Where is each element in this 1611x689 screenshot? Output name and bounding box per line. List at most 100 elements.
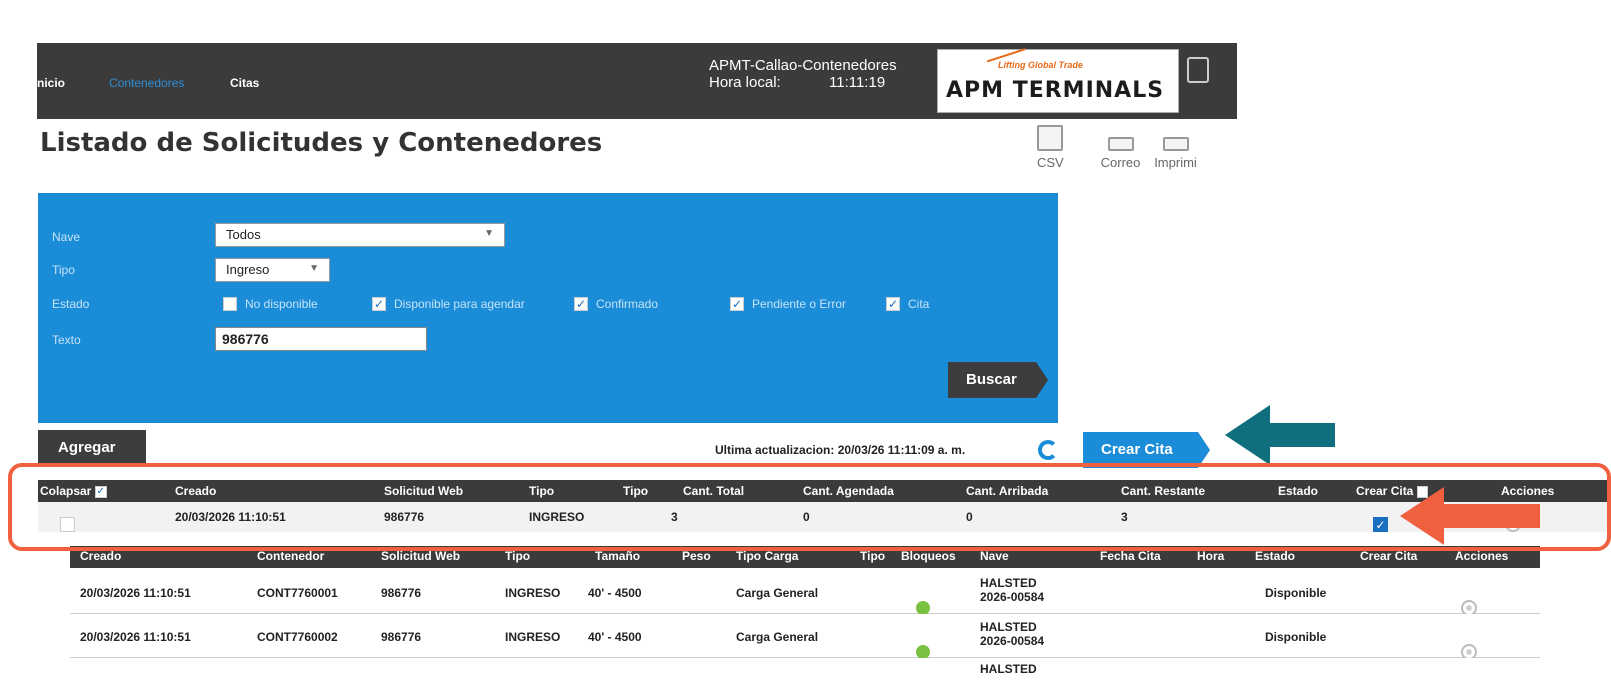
left-arrow-icon bbox=[1225, 405, 1335, 465]
email-label: Correo bbox=[1100, 155, 1141, 170]
checkbox-label: Cita bbox=[908, 297, 930, 311]
dh-tipo-carga[interactable]: Tipo Carga bbox=[736, 549, 798, 563]
detail-table-header: Creado Contenedor Solicitud Web Tipo Tam… bbox=[70, 546, 1540, 568]
envelope-icon bbox=[1107, 137, 1134, 151]
th-cant-restante[interactable]: Cant. Restante bbox=[1121, 484, 1205, 498]
logo-name: APM TERMINALS bbox=[946, 78, 1165, 103]
cell-solicitud: 986776 bbox=[381, 586, 422, 600]
last-update-value: 20/03/26 11:11:09 a. m. bbox=[837, 443, 966, 457]
dh-hora[interactable]: Hora bbox=[1197, 549, 1224, 563]
dh-contenedor[interactable]: Contenedor bbox=[257, 549, 324, 563]
email-action[interactable]: Correo bbox=[1093, 125, 1148, 170]
cell-tamano: 40' - 4500 bbox=[588, 630, 642, 644]
csv-export[interactable]: CSV bbox=[1037, 125, 1064, 170]
print-label: Imprimi bbox=[1154, 155, 1197, 170]
page-title: Listado de Solicitudes y Contenedores bbox=[40, 128, 603, 158]
table-row[interactable]: 20/03/2026 11:10:51 986776 INGRESO 3 0 0… bbox=[38, 502, 1611, 532]
dh-creado[interactable]: Creado bbox=[80, 549, 121, 563]
chevron-down-icon: ▼ bbox=[309, 263, 319, 274]
cell-estado: Disponible bbox=[1265, 586, 1327, 600]
dh-bloqueos[interactable]: Bloqueos bbox=[901, 549, 956, 563]
checkbox-pendiente[interactable]: ✓ Pendiente o Error bbox=[730, 297, 846, 311]
th-solicitud[interactable]: Solicitud Web bbox=[384, 484, 463, 498]
cell-solicitud: 986776 bbox=[384, 510, 425, 524]
table-row[interactable]: 20/03/2026 11:10:51 CONT7760001 986776 I… bbox=[70, 570, 1540, 616]
add-button[interactable]: Agregar bbox=[38, 430, 146, 464]
cell-contenedor: CONT7760001 bbox=[257, 586, 338, 600]
estado-label: Estado bbox=[52, 297, 90, 311]
texto-input[interactable]: 986776 bbox=[215, 327, 427, 351]
spreadsheet-icon bbox=[1037, 125, 1064, 151]
apm-terminals-logo: Lifting Global Trade APM TERMINALS bbox=[937, 48, 1179, 113]
th-cant-total[interactable]: Cant. Total bbox=[683, 484, 744, 498]
checkbox-cita[interactable]: ✓ Cita bbox=[886, 297, 929, 311]
checkbox-confirmado[interactable]: ✓ Confirmado bbox=[574, 297, 658, 311]
local-time: 11:11:19 bbox=[829, 74, 886, 91]
checkbox-label: Confirmado bbox=[596, 297, 659, 311]
dh-tipo[interactable]: Tipo bbox=[505, 549, 530, 563]
dh-acciones: Acciones bbox=[1455, 549, 1509, 563]
cell-tipo: INGRESO bbox=[505, 586, 561, 600]
checkbox-box[interactable] bbox=[60, 517, 75, 532]
checkbox-label: Disponible para agendar bbox=[394, 297, 525, 311]
cell-contenedor: CONT7760002 bbox=[257, 630, 338, 644]
dh-tipo-2[interactable]: Tipo bbox=[860, 549, 885, 563]
refresh-icon[interactable] bbox=[1038, 440, 1058, 460]
th-cant-arribada[interactable]: Cant. Arribada bbox=[966, 484, 1048, 498]
nav-citas[interactable]: Citas bbox=[230, 76, 259, 90]
cell-nave: HALSTED bbox=[980, 662, 1037, 676]
checkbox-no-disponible[interactable]: No disponible bbox=[223, 297, 318, 311]
nav-inicio[interactable]: nicio bbox=[37, 76, 65, 90]
th-cant-agendada[interactable]: Cant. Agendada bbox=[803, 484, 894, 498]
create-appointment-button[interactable]: Crear Cita bbox=[1083, 432, 1210, 468]
table-row[interactable]: HALSTED bbox=[70, 658, 1540, 689]
checkbox-box[interactable]: ✓ bbox=[730, 297, 744, 311]
checkbox-box[interactable] bbox=[223, 297, 237, 311]
dh-fecha-cita[interactable]: Fecha Cita bbox=[1100, 549, 1161, 563]
cell-creado: 20/03/2026 11:10:51 bbox=[80, 586, 191, 600]
nave-select[interactable]: Todos ▼ bbox=[215, 223, 505, 247]
search-button[interactable]: Buscar bbox=[948, 362, 1048, 398]
cell-nave-name: HALSTED bbox=[980, 620, 1037, 634]
dh-nave[interactable]: Nave bbox=[980, 549, 1009, 563]
site-name: APMT-Callao-Contenedores bbox=[709, 57, 897, 74]
nav-contenedores[interactable]: Contenedores bbox=[109, 76, 184, 90]
th-tipo-2[interactable]: Tipo bbox=[623, 484, 648, 498]
green-dot bbox=[916, 601, 930, 615]
checkbox-box[interactable]: ✓ bbox=[372, 297, 386, 311]
last-update-label: Ultima actualizacion: bbox=[715, 443, 835, 457]
last-update: Ultima actualizacion: 20/03/26 11:11:09 … bbox=[715, 443, 965, 457]
printer-icon bbox=[1162, 137, 1189, 151]
dh-estado[interactable]: Estado bbox=[1255, 549, 1295, 563]
cell-tipo: INGRESO bbox=[529, 510, 585, 524]
cell-carga: Carga General bbox=[736, 630, 819, 644]
checkbox-box[interactable]: ✓ bbox=[574, 297, 588, 311]
th-tipo[interactable]: Tipo bbox=[529, 484, 554, 498]
checkbox-box[interactable]: ✓ bbox=[1373, 517, 1388, 532]
checkbox-label: No disponible bbox=[245, 297, 318, 311]
th-colapsar[interactable]: Colapsar ✓ bbox=[40, 484, 107, 498]
cell-tamano: 40' - 4500 bbox=[588, 586, 642, 600]
dh-solicitud[interactable]: Solicitud Web bbox=[381, 549, 460, 563]
collapse-checkbox[interactable]: ✓ bbox=[94, 485, 107, 498]
tipo-select[interactable]: Ingreso ▼ bbox=[215, 258, 330, 282]
cell-creado: 20/03/2026 11:10:51 bbox=[80, 630, 191, 644]
checkbox-label: Pendiente o Error bbox=[752, 297, 847, 311]
user-icon[interactable] bbox=[1187, 57, 1209, 83]
table-row[interactable]: 20/03/2026 11:10:51 CONT7760002 986776 I… bbox=[70, 614, 1540, 660]
dh-crear-cita[interactable]: Crear Cita bbox=[1360, 549, 1417, 563]
th-estado[interactable]: Estado bbox=[1278, 484, 1318, 498]
cell-agendada: 0 bbox=[803, 510, 810, 524]
filter-panel: Nave Todos ▼ Tipo Ingreso ▼ Estado No di… bbox=[38, 193, 1058, 423]
cell-carga: Carga General bbox=[736, 586, 819, 600]
cell-nave-name: HALSTED bbox=[980, 576, 1037, 590]
dh-peso[interactable]: Peso bbox=[682, 549, 711, 563]
print-action[interactable]: Imprimi bbox=[1148, 125, 1203, 170]
cell-creado: 20/03/2026 11:10:51 bbox=[175, 510, 286, 524]
checkbox-disponible[interactable]: ✓ Disponible para agendar bbox=[372, 297, 525, 311]
dh-tamano[interactable]: Tamaño bbox=[595, 549, 640, 563]
left-arrow-icon bbox=[1400, 487, 1540, 545]
texto-label: Texto bbox=[52, 333, 81, 347]
th-creado[interactable]: Creado bbox=[175, 484, 216, 498]
checkbox-box[interactable]: ✓ bbox=[886, 297, 900, 311]
